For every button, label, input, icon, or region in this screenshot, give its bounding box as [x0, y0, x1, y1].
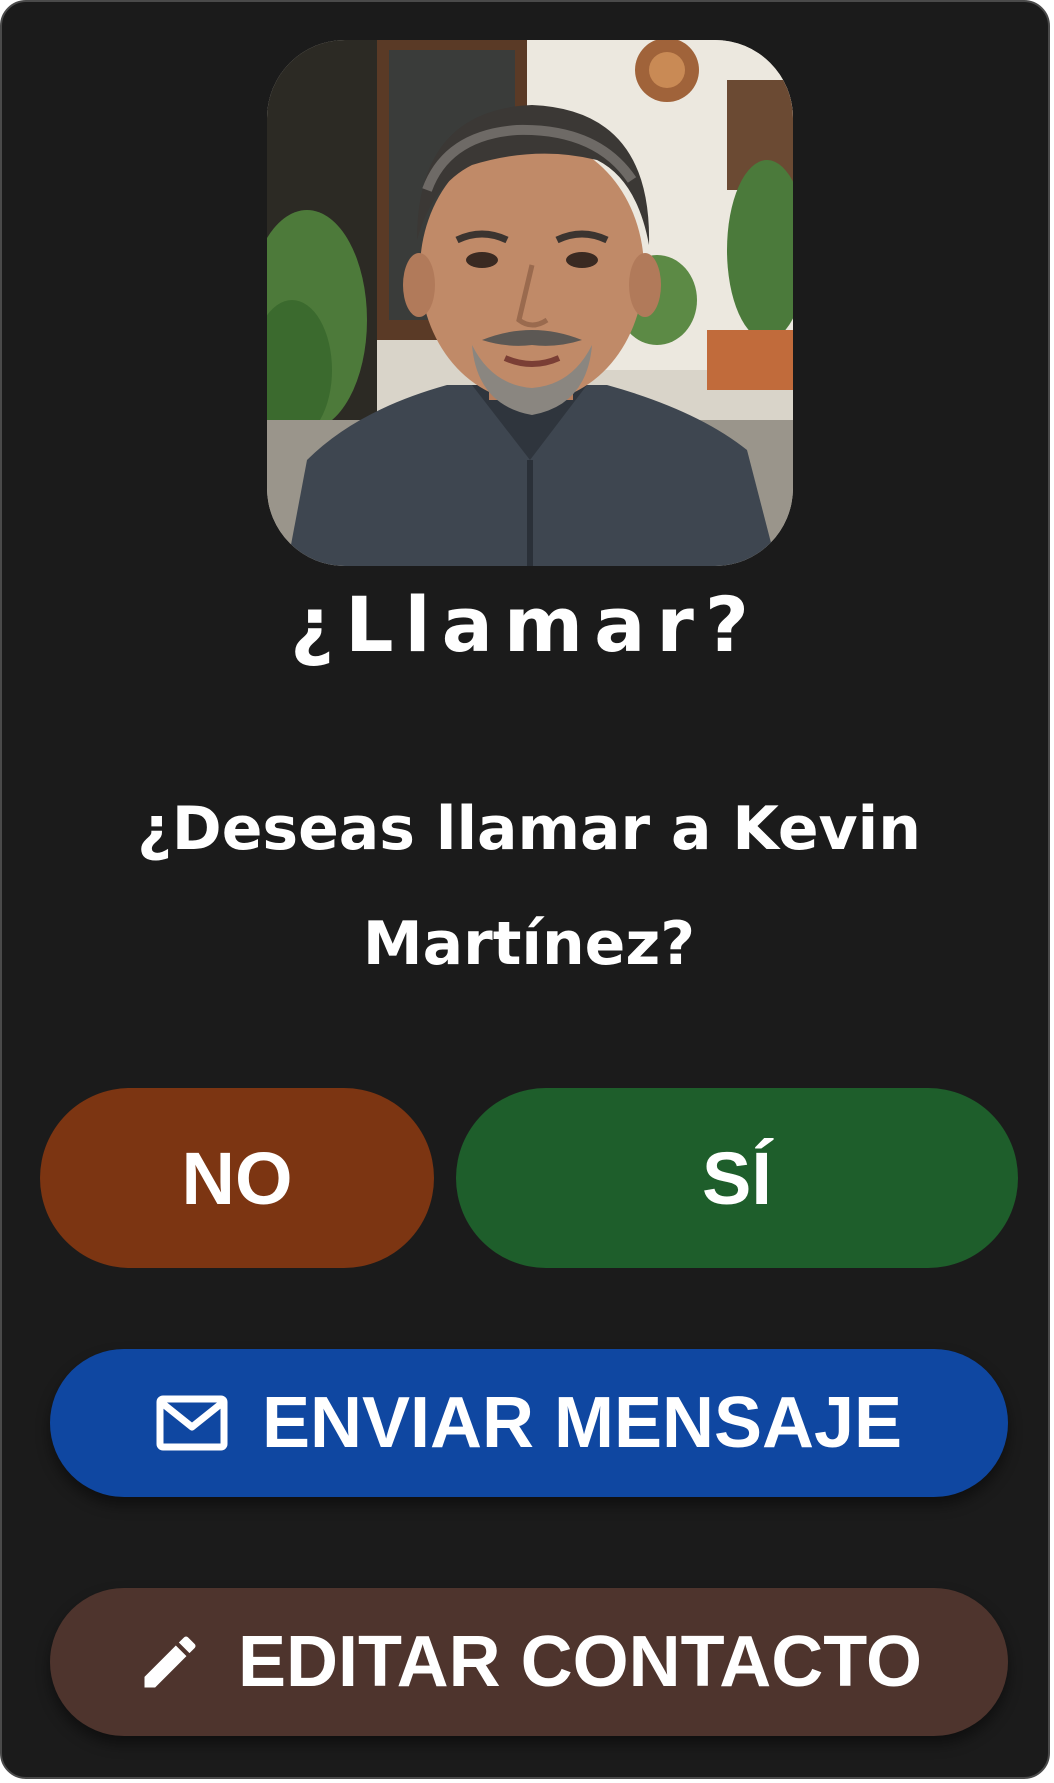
- mail-icon: [156, 1395, 228, 1451]
- call-confirmation-text: ¿Deseas llamar a Kevin Martínez?: [137, 794, 921, 979]
- send-message-label: ENVIAR MENSAJE: [261, 1383, 903, 1463]
- call-dialog-card: ¿Llamar? ¿Deseas llamar a Kevin Martínez…: [0, 0, 1050, 1779]
- no-button[interactable]: NO: [40, 1088, 434, 1268]
- edit-contact-button[interactable]: EDITAR CONTACTO: [50, 1588, 1008, 1736]
- edit-contact-label: EDITAR CONTACTO: [238, 1622, 922, 1702]
- pencil-icon: [136, 1628, 204, 1696]
- yes-button-label: SÍ: [702, 1136, 772, 1220]
- dialog-title: ¿Llamar?: [290, 580, 760, 669]
- yes-button[interactable]: SÍ: [456, 1088, 1018, 1268]
- send-message-button[interactable]: ENVIAR MENSAJE: [50, 1349, 1008, 1497]
- contact-photo: [267, 40, 793, 566]
- no-button-label: NO: [181, 1136, 293, 1220]
- contact-avatar: [267, 40, 793, 566]
